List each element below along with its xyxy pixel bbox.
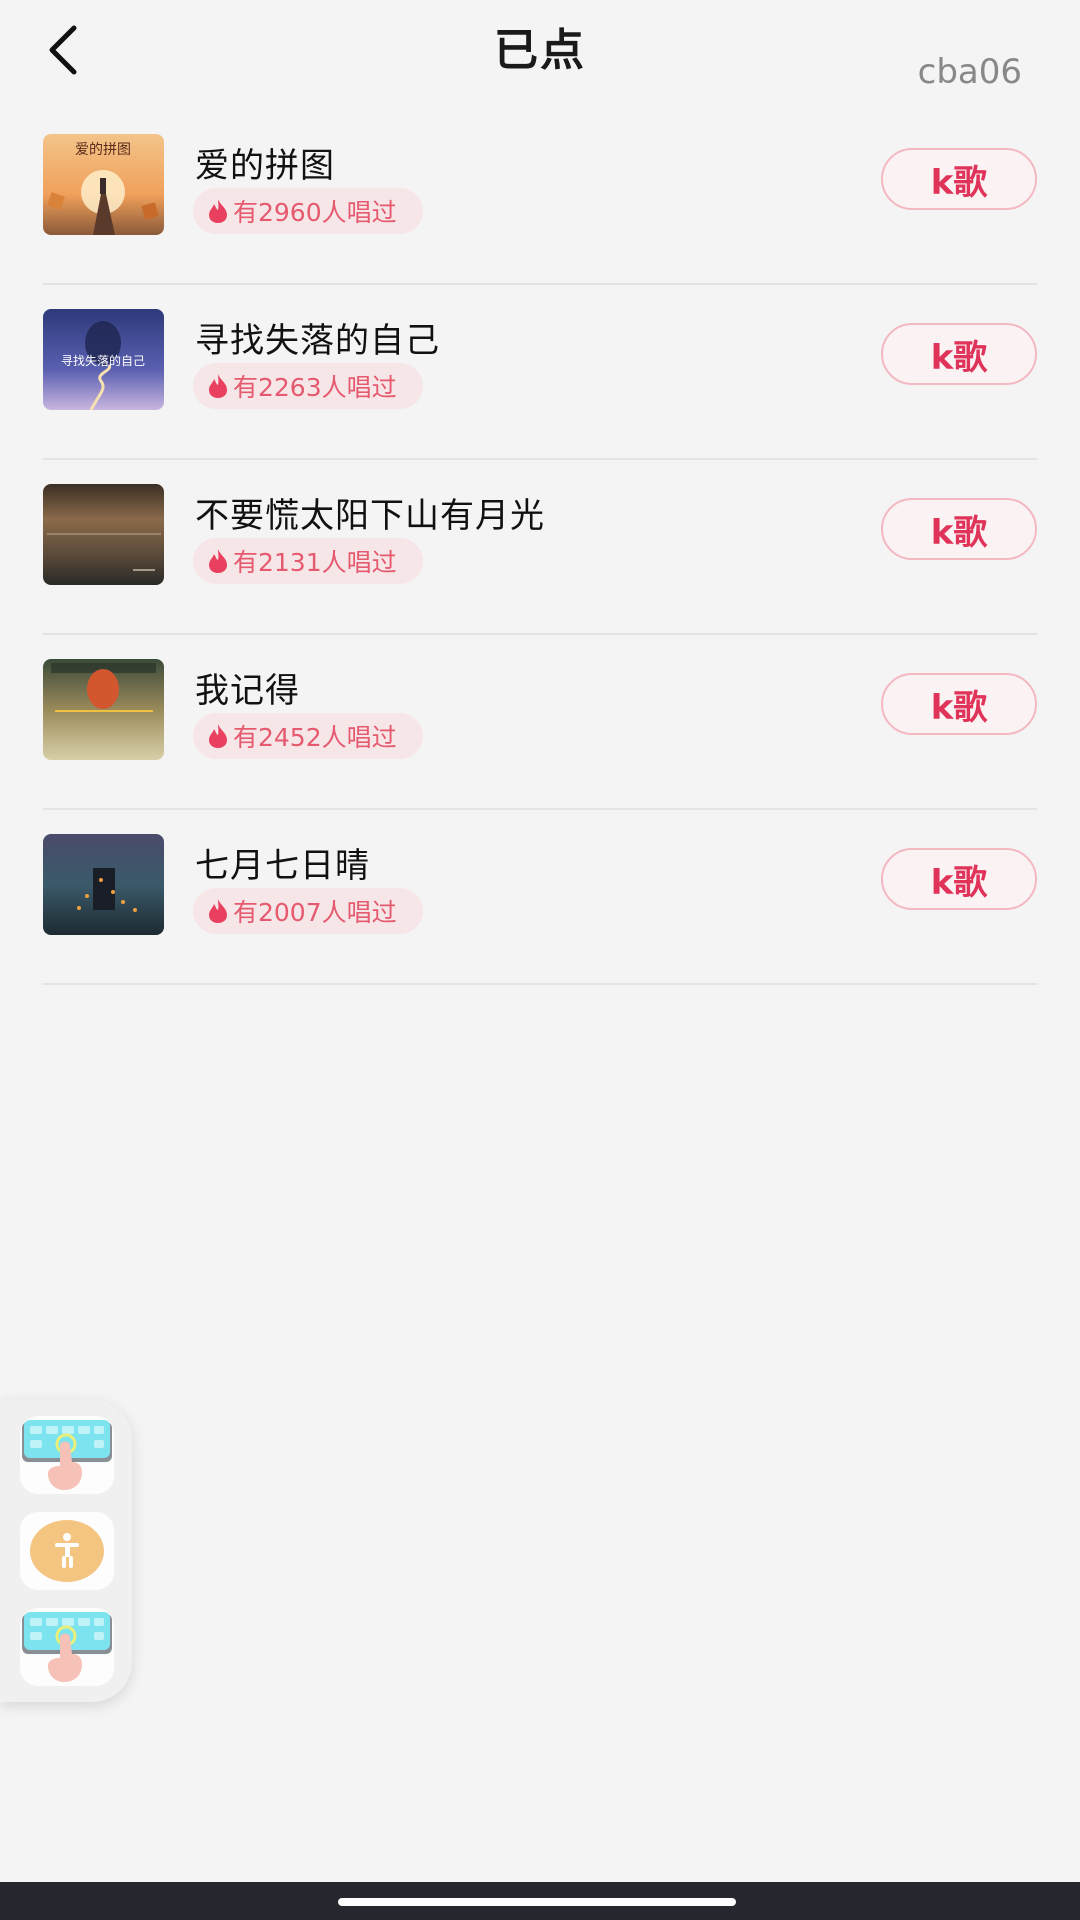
song-title: 爱的拼图 [195,146,335,186]
keyboard-tap-button-2[interactable] [20,1608,114,1686]
keyboard-tap-button[interactable] [20,1416,114,1494]
header: 已点 cba06 [0,0,1080,110]
accessibility-icon [30,1520,104,1582]
popularity-text: 有2131人唱过 [233,548,397,577]
keyboard-tap-icon [22,1612,112,1682]
k-song-button[interactable]: k歌 [881,323,1037,385]
popularity-text: 有2960人唱过 [233,198,397,227]
song-row[interactable]: 不要慌太阳下山有月光 有2131人唱过 k歌 [43,460,1037,635]
svg-text:爱的拼图: 爱的拼图 [75,142,131,158]
keyboard-tap-icon [22,1420,112,1490]
popularity-badge: 有2452人唱过 [193,713,423,759]
svg-text:寻找失落的自己: 寻找失落的自己 [61,353,145,368]
song-title: 不要慌太阳下山有月光 [195,496,545,536]
album-cover[interactable]: 寻找失落的自己 [43,309,164,410]
fire-icon [209,549,227,573]
home-indicator[interactable] [338,1898,736,1906]
popularity-text: 有2452人唱过 [233,723,397,752]
popularity-badge: 有2007人唱过 [193,888,423,934]
popularity-badge: 有2263人唱过 [193,363,423,409]
fire-icon [209,899,227,923]
album-cover[interactable] [43,659,164,760]
song-title: 我记得 [195,671,300,711]
song-title: 寻找失落的自己 [195,321,440,361]
song-title: 七月七日晴 [195,846,370,886]
fire-icon [209,724,227,748]
song-row[interactable]: 七月七日晴 有2007人唱过 k歌 [43,810,1037,985]
system-nav-bar [0,1882,1080,1920]
k-song-button[interactable]: k歌 [881,148,1037,210]
k-song-button[interactable]: k歌 [881,673,1037,735]
popularity-badge: 有2131人唱过 [193,538,423,584]
fire-icon [209,374,227,398]
song-row[interactable]: 我记得 有2452人唱过 k歌 [43,635,1037,810]
popularity-badge: 有2960人唱过 [193,188,423,234]
song-row[interactable]: 寻找失落的自己 寻找失落的自己 有2263人唱过 k歌 [43,285,1037,460]
k-song-button[interactable]: k歌 [881,498,1037,560]
user-tag: cba06 [917,52,1022,92]
k-song-button[interactable]: k歌 [881,848,1037,910]
accessibility-button[interactable] [20,1512,114,1590]
album-cover[interactable]: 爱的拼图 [43,134,164,235]
fire-icon [209,199,227,223]
album-cover[interactable] [43,834,164,935]
song-list: 爱的拼图 爱的拼图 有2960人唱过 k歌 寻找失落的自己 寻找失落的自己 有2… [0,110,1080,985]
popularity-text: 有2007人唱过 [233,898,397,927]
floating-tool-panel [0,1400,132,1702]
album-cover[interactable] [43,484,164,585]
popularity-text: 有2263人唱过 [233,373,397,402]
song-row[interactable]: 爱的拼图 爱的拼图 有2960人唱过 k歌 [43,110,1037,285]
